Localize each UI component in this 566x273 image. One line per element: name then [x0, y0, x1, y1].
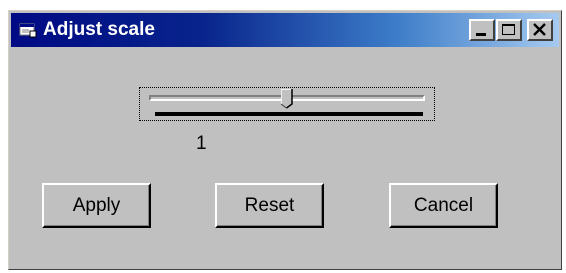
slider-thumb[interactable] [281, 89, 293, 109]
cancel-button[interactable]: Cancel [389, 183, 498, 228]
adjust-scale-dialog: Adjust scale 1 Apply Reset Cancel [8, 10, 562, 270]
window-title: Adjust scale [43, 19, 155, 40]
apply-button[interactable]: Apply [42, 183, 151, 228]
minimize-button[interactable] [469, 19, 495, 41]
close-icon [533, 23, 546, 36]
scale-value-label: 1 [196, 133, 207, 154]
maximize-button[interactable] [496, 19, 522, 41]
reset-button[interactable]: Reset [215, 183, 324, 228]
title-bar[interactable]: Adjust scale [11, 13, 559, 47]
slider-tick-bar [155, 112, 423, 116]
window-app-icon[interactable] [19, 22, 37, 38]
close-button[interactable] [527, 19, 553, 41]
minimize-icon [476, 33, 486, 36]
maximize-icon [502, 24, 515, 35]
